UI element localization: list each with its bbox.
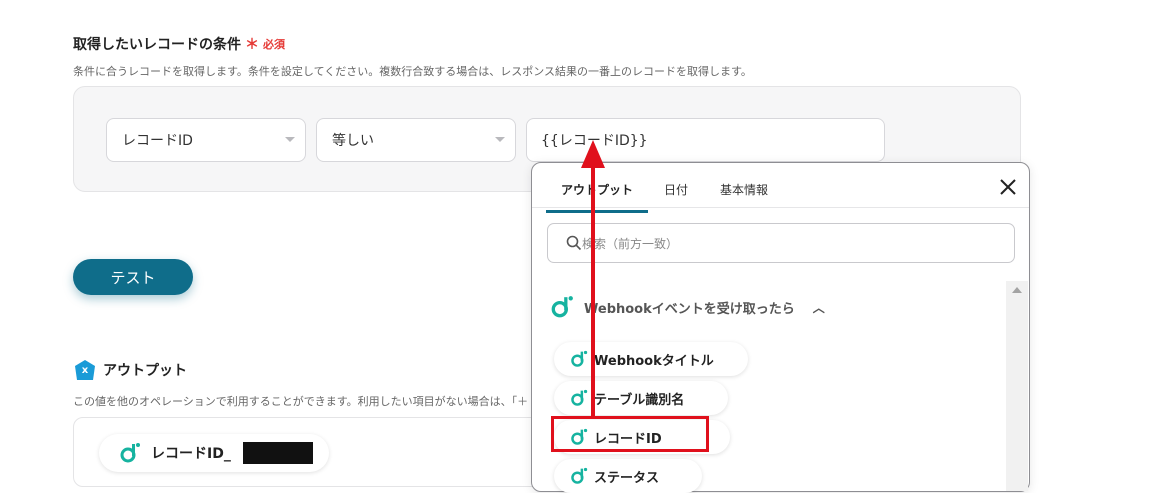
tab-output[interactable]: アウトプット bbox=[546, 181, 648, 213]
field-select[interactable]: レコードID bbox=[106, 118, 306, 162]
redacted-block bbox=[242, 442, 313, 464]
chevron-down-icon bbox=[285, 137, 295, 142]
search-icon bbox=[566, 235, 582, 251]
required-text: 必須 bbox=[263, 38, 285, 51]
output-title: x アウトプット bbox=[75, 360, 187, 380]
list-item-status[interactable]: ステータス bbox=[554, 459, 702, 493]
list-item-table-id[interactable]: テーブル識別名 bbox=[554, 381, 728, 415]
search-input[interactable]: 検索（前方一致） bbox=[547, 223, 1015, 263]
operator-select[interactable]: 等しい bbox=[316, 118, 516, 162]
tab-basic-info[interactable]: 基本情報 bbox=[720, 181, 768, 210]
webhook-app-icon bbox=[571, 350, 588, 367]
scrollbar[interactable] bbox=[1006, 281, 1028, 491]
tab-date[interactable]: 日付 bbox=[664, 181, 688, 210]
test-button[interactable]: テスト bbox=[73, 259, 193, 295]
conditions-description: 条件に合うレコードを取得します。条件を設定してください。複数行合致する場合は、レ… bbox=[73, 65, 752, 78]
output-chip[interactable]: レコードID_ bbox=[99, 434, 329, 472]
tab-divider bbox=[532, 207, 1029, 208]
annotation-arrow-line bbox=[591, 168, 595, 418]
chevron-up-icon: ︿ bbox=[812, 300, 825, 315]
output-description: この値を他のオペレーションで利用することができます。利用したい項目がない場合は、… bbox=[73, 395, 529, 408]
scroll-up-icon[interactable] bbox=[1012, 287, 1022, 293]
value-input[interactable]: {{レコードID}} bbox=[526, 118, 885, 162]
annotation-arrow-head bbox=[581, 140, 605, 168]
highlight-box bbox=[551, 416, 709, 452]
close-icon[interactable] bbox=[998, 177, 1018, 197]
webhook-app-icon bbox=[571, 389, 588, 406]
output-badge-icon: x bbox=[75, 360, 95, 380]
conditions-title: 取得したいレコードの条件 ＊ 必須 bbox=[73, 34, 285, 54]
list-item-webhook-title[interactable]: Webhookタイトル bbox=[554, 342, 748, 376]
chevron-down-icon bbox=[495, 137, 505, 142]
webhook-app-icon bbox=[120, 443, 140, 463]
webhook-app-icon bbox=[551, 296, 573, 318]
webhook-app-icon bbox=[571, 467, 588, 484]
required-mark: ＊ bbox=[245, 37, 259, 53]
variable-picker-popup: アウトプット 日付 基本情報 検索（前方一致） Webhookイベントを受け取っ… bbox=[531, 162, 1030, 493]
